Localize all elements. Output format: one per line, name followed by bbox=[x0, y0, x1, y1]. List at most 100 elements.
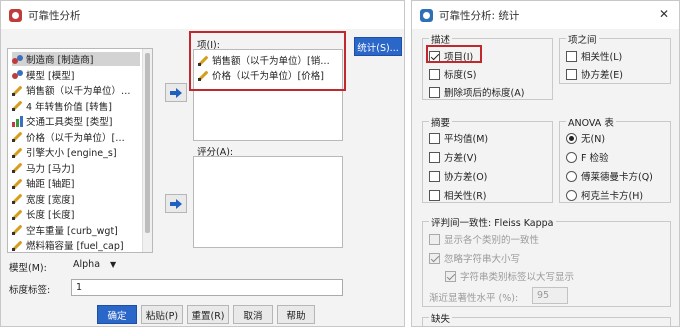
scale-if-item-deleted-checkbox[interactable]: 删除项后的标度(A) bbox=[429, 85, 524, 99]
summary-covariances-checkbox[interactable]: 协方差(O) bbox=[429, 169, 487, 183]
scale-icon bbox=[12, 147, 23, 158]
dialog-title: 可靠性分析 bbox=[28, 9, 81, 22]
asymptotic-level-label: 渐近显著性水平 (%): bbox=[429, 293, 519, 304]
scale-icon bbox=[12, 224, 23, 235]
statistics-button[interactable]: 统计(S)... bbox=[354, 37, 402, 56]
scale-icon bbox=[12, 131, 23, 142]
model-select[interactable]: Alpha ▼ bbox=[73, 256, 116, 273]
variable-label: 销售额（以千为单位）… bbox=[26, 86, 131, 97]
variable-list-item[interactable]: 引擎大小 [engine_s] bbox=[12, 145, 140, 159]
scale-icon bbox=[12, 209, 23, 220]
variable-list-item[interactable]: 制造商 [制造商] bbox=[12, 52, 140, 66]
chevron-down-icon: ▼ bbox=[110, 260, 117, 269]
checkbox[interactable] bbox=[429, 132, 440, 144]
statistics-dialog: 可靠性分析: 统计 ✕ 描述 项目(I) 标度(S) 删除项后的标度(A) 项之… bbox=[411, 0, 680, 327]
checkbox[interactable] bbox=[429, 189, 440, 201]
variable-list-item[interactable]: 燃料箱容量 [fuel_cap] bbox=[12, 238, 140, 252]
checkbox[interactable] bbox=[429, 252, 440, 264]
anova-cochran-radio[interactable]: 柯克兰卡方(H) bbox=[566, 188, 643, 202]
variable-label: 宽度 [宽度] bbox=[26, 194, 75, 206]
variable-list-item[interactable]: 模型 [模型] bbox=[12, 68, 140, 82]
reset-button[interactable]: 重置(R) bbox=[187, 305, 229, 324]
move-to-raters-button[interactable] bbox=[165, 194, 187, 213]
model-label: 模型(M): bbox=[9, 263, 47, 274]
variable-label: 长度 [长度] bbox=[26, 210, 75, 221]
item-highlight-box bbox=[426, 45, 482, 63]
variable-list-item[interactable]: 4 年转售价值 [转售] bbox=[12, 99, 140, 113]
title-bar: 可靠性分析 bbox=[1, 1, 404, 29]
move-to-items-button[interactable] bbox=[165, 83, 187, 102]
raters-list[interactable] bbox=[193, 156, 343, 248]
dialog-title: 可靠性分析: 统计 bbox=[439, 9, 520, 22]
variable-list-item[interactable]: 宽度 [宽度] bbox=[12, 192, 140, 206]
variances-checkbox[interactable]: 方差(V) bbox=[429, 150, 477, 164]
variable-list-item[interactable]: 销售额（以千为单位）… bbox=[12, 83, 140, 97]
checkbox[interactable] bbox=[429, 86, 440, 98]
reliability-dialog: 可靠性分析 制造商 [制造商] 模型 [模型] 销售额（以千为单位）… 4 年转售价值… bbox=[0, 0, 405, 327]
inter-item-title: 项之间 bbox=[566, 32, 599, 46]
checkbox[interactable] bbox=[429, 170, 440, 182]
ignore-case-checkbox[interactable]: 忽略字符串大小写 bbox=[429, 251, 520, 265]
variable-label: 轴距 [轴距] bbox=[26, 179, 75, 190]
anova-none-radio[interactable]: 无(N) bbox=[566, 131, 605, 145]
summary-correlations-checkbox[interactable]: 相关性(R) bbox=[429, 188, 487, 202]
scale-icon bbox=[12, 85, 23, 96]
scale-icon bbox=[12, 240, 23, 251]
variable-list-item[interactable]: 马力 [马力] bbox=[12, 161, 140, 175]
anova-f-test-radio[interactable]: F 检验 bbox=[566, 150, 608, 164]
variable-list-item[interactable]: 交通工具类型 [类型] bbox=[12, 114, 140, 128]
means-checkbox[interactable]: 平均值(M) bbox=[429, 131, 488, 145]
close-icon[interactable]: ✕ bbox=[659, 7, 669, 21]
uppercase-labels-checkbox[interactable]: 字符串类别标签以大写显示 bbox=[445, 269, 574, 283]
checkbox[interactable] bbox=[429, 151, 440, 163]
items-highlight-box bbox=[189, 31, 346, 91]
app-icon bbox=[420, 8, 433, 22]
arrow-right-icon bbox=[170, 87, 182, 98]
ordinal-icon bbox=[12, 115, 23, 127]
agreement-per-category-checkbox[interactable]: 显示各个类别的一致性 bbox=[429, 232, 539, 246]
scale-label-input[interactable]: 1 bbox=[71, 279, 343, 296]
radio-button[interactable] bbox=[566, 151, 577, 163]
variable-list[interactable]: 制造商 [制造商] 模型 [模型] 销售额（以千为单位）… 4 年转售价值 [转售] 交… bbox=[7, 48, 153, 253]
variable-list-item[interactable]: 轴距 [轴距] bbox=[12, 176, 140, 190]
title-bar: 可靠性分析: 统计 ✕ bbox=[412, 1, 679, 29]
scale-checkbox[interactable]: 标度(S) bbox=[429, 67, 476, 81]
correlations-checkbox[interactable]: 相关性(L) bbox=[566, 49, 622, 63]
fleiss-kappa-title: 评判间一致性: Fleiss Kappa bbox=[429, 215, 556, 229]
variable-label: 模型 [模型] bbox=[26, 70, 75, 82]
help-button[interactable]: 帮助 bbox=[277, 305, 315, 324]
ok-button[interactable]: 确定 bbox=[97, 305, 137, 324]
scale-label-label: 标度标签: bbox=[9, 285, 51, 296]
radio-button[interactable] bbox=[566, 189, 577, 201]
variable-list-scrollbar[interactable] bbox=[142, 49, 152, 252]
anova-friedman-radio[interactable]: 傅莱德曼卡方(Q) bbox=[566, 169, 653, 183]
scale-icon bbox=[12, 100, 23, 111]
nominal-icon bbox=[12, 69, 23, 80]
radio-button[interactable] bbox=[566, 132, 577, 144]
variable-label: 4 年转售价值 [转售] bbox=[26, 101, 112, 113]
cancel-button[interactable]: 取消 bbox=[233, 305, 273, 324]
descriptives-title: 描述 bbox=[429, 32, 453, 46]
scale-icon bbox=[12, 162, 23, 173]
checkbox[interactable] bbox=[445, 270, 456, 282]
checkbox[interactable] bbox=[566, 68, 577, 80]
missing-title: 缺失 bbox=[429, 311, 453, 325]
variable-label: 制造商 [制造商] bbox=[26, 55, 94, 66]
variable-label: 交通工具类型 [类型] bbox=[26, 117, 113, 128]
scale-icon bbox=[12, 178, 23, 189]
covariances-checkbox[interactable]: 协方差(E) bbox=[566, 67, 623, 81]
paste-button[interactable]: 粘贴(P) bbox=[141, 305, 183, 324]
arrow-right-icon bbox=[170, 198, 182, 209]
variable-label: 空车重量 [curb_wgt] bbox=[26, 225, 118, 237]
missing-group: 缺失 bbox=[422, 311, 671, 326]
checkbox[interactable] bbox=[429, 68, 440, 80]
radio-button[interactable] bbox=[566, 170, 577, 182]
scrollbar-thumb[interactable] bbox=[145, 53, 150, 233]
variable-list-item[interactable]: 价格（以千为单位）[… bbox=[12, 130, 140, 144]
checkbox[interactable] bbox=[429, 233, 440, 245]
variable-list-item[interactable]: 空车重量 [curb_wgt] bbox=[12, 223, 140, 237]
asymptotic-level-input[interactable]: 95 bbox=[532, 287, 568, 304]
checkbox[interactable] bbox=[566, 50, 577, 62]
anova-title: ANOVA 表 bbox=[566, 115, 616, 129]
variable-list-item[interactable]: 长度 [长度] bbox=[12, 207, 140, 221]
